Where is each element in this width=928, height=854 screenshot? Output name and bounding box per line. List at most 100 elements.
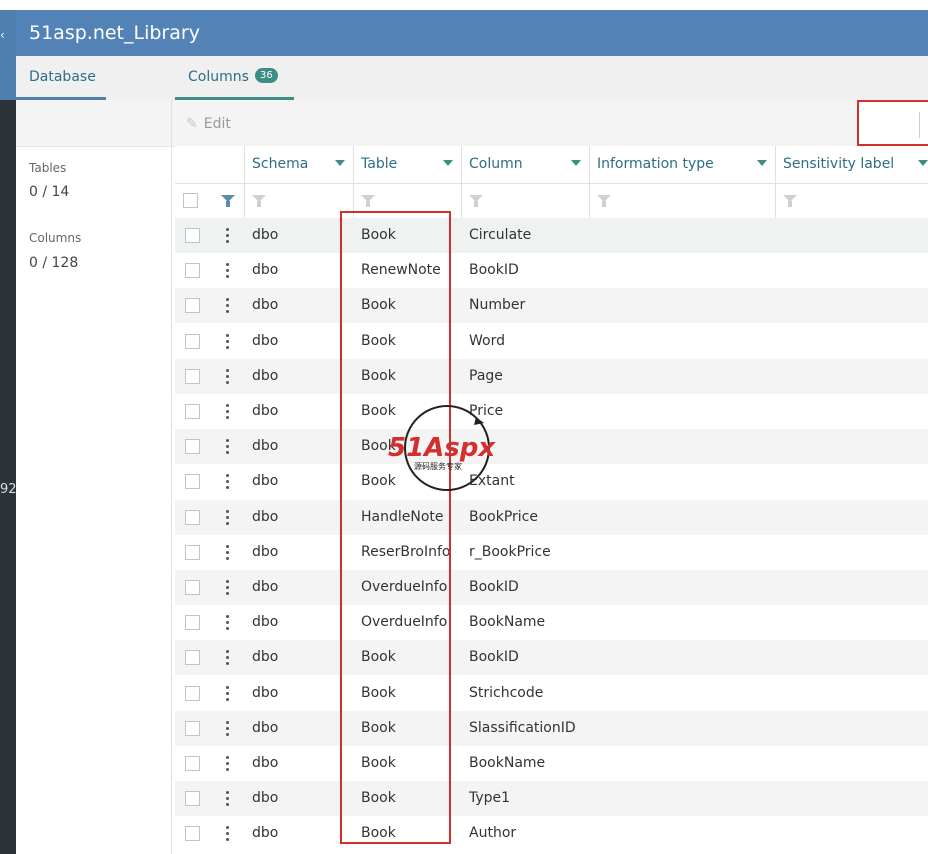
filter-schema[interactable] [245, 183, 354, 218]
row-menu-kebab-icon[interactable] [226, 544, 229, 560]
row-menu-kebab-icon[interactable] [226, 615, 229, 631]
header-information-type[interactable]: Information type [590, 146, 776, 183]
row-menu-kebab-icon[interactable] [226, 685, 229, 701]
row-checkbox[interactable] [185, 404, 200, 419]
table-row[interactable]: dbo Book [175, 429, 928, 465]
filter-column[interactable] [462, 183, 590, 218]
header-sensitivity-label-label: Sensitivity label [783, 156, 895, 172]
row-checkbox[interactable] [185, 580, 200, 595]
row-checkbox[interactable] [185, 298, 200, 314]
row-checkbox[interactable] [185, 650, 200, 666]
row-menu-kebab-icon[interactable] [226, 439, 229, 455]
table-row[interactable]: dbo Book Circulate [175, 218, 928, 253]
header-schema[interactable]: Schema [245, 146, 354, 183]
select-all-checkbox[interactable] [183, 193, 198, 208]
row-checkbox[interactable] [185, 509, 200, 525]
filter-icon [469, 195, 483, 207]
row-checkbox[interactable] [185, 228, 200, 243]
filter-icon [252, 195, 266, 207]
row-menu-kebab-icon[interactable] [226, 791, 229, 807]
cell-schema: dbo [252, 332, 279, 349]
sort-dropdown-icon[interactable] [335, 160, 345, 166]
edit-button-label: Edit [203, 116, 231, 132]
tab-columns[interactable]: Columns 36 [175, 56, 294, 100]
table-row[interactable]: dbo OverdueInfo BookID [175, 570, 928, 605]
left-nav-rail: ‹ 92 [0, 10, 17, 854]
row-checkbox[interactable] [185, 368, 200, 384]
table-row[interactable]: dbo Book SlassificationID [175, 710, 928, 746]
table-row[interactable]: dbo OverdueInfo BookName [175, 605, 928, 640]
filter-table[interactable] [354, 183, 462, 218]
table-row[interactable]: dbo Book Price [175, 394, 928, 429]
row-checkbox[interactable] [185, 474, 200, 490]
table-row[interactable]: dbo Book BookName [175, 746, 928, 781]
table-row[interactable]: dbo Book Strichcode [175, 676, 928, 711]
filter-sensitivity-label[interactable] [776, 183, 928, 218]
sort-dropdown-icon[interactable] [918, 160, 928, 166]
table-row[interactable]: dbo ReserBroInfo r_BookPrice [175, 535, 928, 570]
cell-schema: dbo [252, 684, 279, 701]
table-row[interactable]: dbo Book Extant [175, 464, 928, 499]
grid-toolbar: ✎ Edit [172, 100, 928, 147]
cell-schema: dbo [252, 579, 279, 595]
toolbar-control-edge[interactable] [919, 112, 928, 138]
row-checkbox[interactable] [185, 685, 200, 701]
cell-schema: dbo [252, 543, 279, 560]
row-menu-kebab-icon[interactable] [226, 650, 229, 666]
row-menu-kebab-icon[interactable] [226, 720, 229, 736]
header-sensitivity-label[interactable]: Sensitivity label [776, 146, 928, 183]
table-row[interactable]: dbo Book Number [175, 288, 928, 324]
row-menu-kebab-icon[interactable] [226, 474, 229, 490]
filter-information-type[interactable] [590, 183, 776, 218]
row-checkbox[interactable] [185, 826, 200, 842]
row-menu-kebab-icon[interactable] [226, 826, 229, 842]
row-menu-kebab-icon[interactable] [226, 404, 229, 419]
sort-dropdown-icon[interactable] [571, 160, 581, 166]
row-menu-kebab-icon[interactable] [226, 228, 229, 243]
cell-table: Book [361, 719, 396, 736]
cell-table: Book [361, 367, 396, 384]
filter-icon [597, 195, 611, 207]
row-menu-kebab-icon[interactable] [226, 368, 229, 384]
cell-column: r_BookPrice [469, 543, 551, 560]
row-checkbox[interactable] [185, 615, 200, 631]
grid-filter-row [175, 183, 928, 219]
cell-column: BookID [469, 262, 519, 279]
table-row[interactable]: dbo Book BookID [175, 640, 928, 676]
row-menu-kebab-icon[interactable] [226, 580, 229, 595]
header-column[interactable]: Column [462, 146, 590, 183]
header-table-label: Table [361, 156, 398, 172]
table-row[interactable]: dbo RenewNote BookID [175, 253, 928, 288]
filter-active-icon[interactable] [221, 195, 235, 207]
table-row[interactable]: dbo Book Type1 [175, 781, 928, 817]
table-row[interactable]: dbo Book Word [175, 324, 928, 359]
collapse-chevron-icon[interactable]: ‹ [0, 28, 5, 42]
table-row[interactable]: dbo HandleNote BookPrice [175, 499, 928, 535]
table-row[interactable]: dbo Book Page [175, 358, 928, 394]
row-checkbox[interactable] [185, 439, 200, 455]
columns-label: Columns [29, 231, 82, 245]
sort-dropdown-icon[interactable] [443, 160, 453, 166]
row-menu-kebab-icon[interactable] [226, 298, 229, 314]
header-table[interactable]: Table [354, 146, 462, 183]
cell-column: BookID [469, 649, 519, 666]
row-checkbox[interactable] [185, 791, 200, 807]
row-menu-kebab-icon[interactable] [226, 756, 229, 771]
row-checkbox[interactable] [185, 720, 200, 736]
row-menu-kebab-icon[interactable] [226, 263, 229, 279]
row-menu-kebab-icon[interactable] [226, 333, 229, 349]
header-schema-label: Schema [252, 156, 309, 172]
table-row[interactable]: dbo Book Author [175, 816, 928, 851]
tab-database[interactable]: Database [16, 56, 106, 100]
row-checkbox[interactable] [185, 263, 200, 279]
filter-icon [783, 195, 797, 207]
edit-button[interactable]: ✎ Edit [186, 116, 231, 132]
row-checkbox[interactable] [185, 333, 200, 349]
sort-dropdown-icon[interactable] [757, 160, 767, 166]
cell-schema: dbo [252, 508, 279, 525]
row-checkbox[interactable] [185, 544, 200, 560]
pencil-icon: ✎ [186, 116, 198, 132]
row-checkbox[interactable] [185, 756, 200, 771]
cell-column: BookName [469, 755, 546, 771]
row-menu-kebab-icon[interactable] [226, 509, 229, 525]
